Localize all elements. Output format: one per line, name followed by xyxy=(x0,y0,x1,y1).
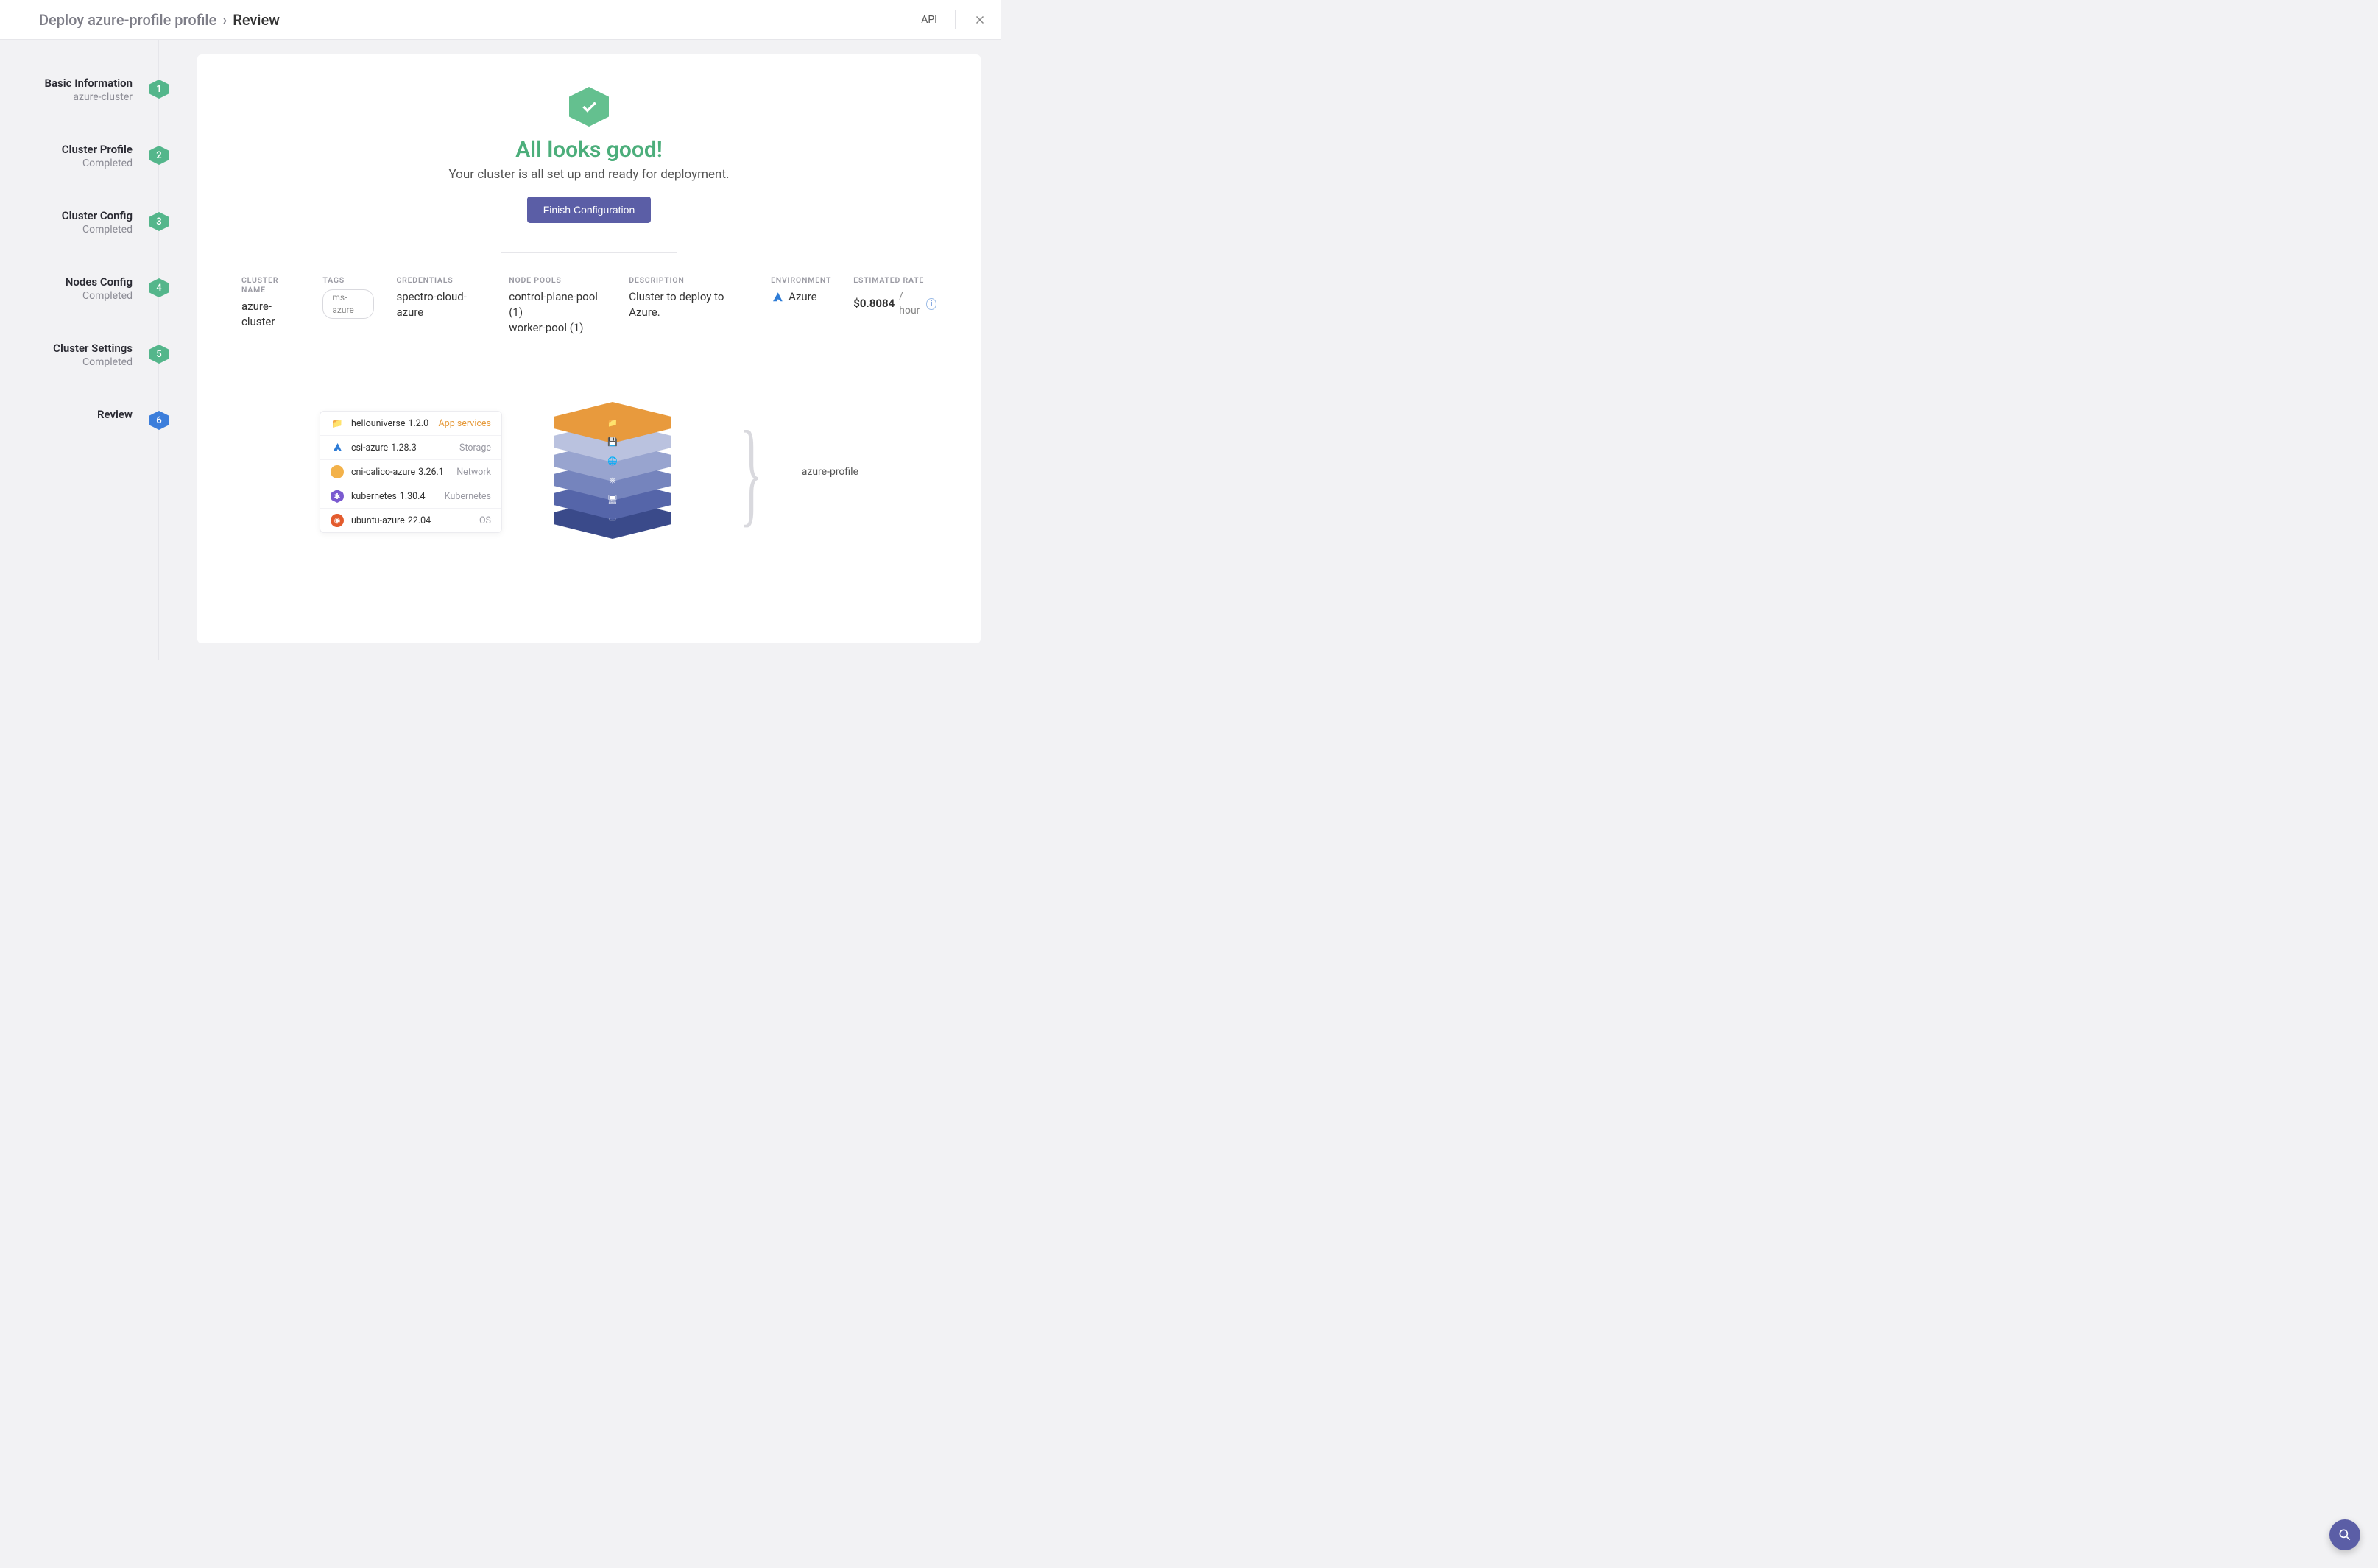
rate-unit: / hour xyxy=(899,289,922,318)
hero-subtext: Your cluster is all set up and ready for… xyxy=(241,167,936,182)
layer-row-storage[interactable]: csi-azure 1.28.3 Storage xyxy=(320,436,501,460)
azure-icon xyxy=(771,291,784,304)
summary-description: DESCRIPTION Cluster to deploy to Azure. xyxy=(629,275,749,336)
layer-row-os[interactable]: ◉ ubuntu-azure 22.04 OS xyxy=(320,509,501,532)
breadcrumb: Deploy azure-profile profile › Review xyxy=(39,11,280,29)
step-subtext: Completed xyxy=(7,290,133,302)
summary-value: azure-cluster xyxy=(241,299,300,330)
step-subtext: Completed xyxy=(7,356,133,368)
folder-icon: 📁 xyxy=(331,417,344,430)
summary-label: DESCRIPTION xyxy=(629,275,749,285)
summary-row: CLUSTER NAME azure-cluster TAGS ms-azure… xyxy=(241,275,936,336)
layer-row-app[interactable]: 📁 hellouniverse 1.2.0 App services xyxy=(320,412,501,436)
tag-pill: ms-azure xyxy=(322,289,374,319)
step-subtext: Completed xyxy=(7,158,133,169)
hero-block: All looks good! Your cluster is all set … xyxy=(241,87,936,223)
step-basic-information[interactable]: Basic Information azure-cluster 1 xyxy=(0,77,159,143)
summary-value: control-plane-pool (1) xyxy=(509,289,607,320)
search-help-icon xyxy=(2338,1528,2352,1542)
summary-label: NODE POOLS xyxy=(509,275,607,285)
summary-credentials: CREDENTIALS spectro-cloud-azure xyxy=(396,275,487,336)
info-icon[interactable]: i xyxy=(926,298,936,310)
help-fab-button[interactable] xyxy=(2329,1519,2360,1550)
step-subtext: Completed xyxy=(7,224,133,236)
api-link[interactable]: API xyxy=(921,14,937,26)
summary-label: ESTIMATED RATE xyxy=(853,275,936,285)
brace-icon: } xyxy=(740,425,763,519)
stack-illustration: 📁 💾 🌐 ⎈ 🖥 ▭ xyxy=(524,402,701,542)
step-cluster-settings[interactable]: Cluster Settings Completed 5 xyxy=(0,342,159,408)
svg-text:⎈: ⎈ xyxy=(610,476,616,485)
svg-text:📁: 📁 xyxy=(607,418,618,428)
summary-label: CREDENTIALS xyxy=(396,275,487,285)
summary-value: Cluster to deploy to Azure. xyxy=(629,289,749,320)
layers-list: 📁 hellouniverse 1.2.0 App services csi-a… xyxy=(320,411,502,533)
summary-label: ENVIRONMENT xyxy=(771,275,831,285)
ubuntu-icon: ◉ xyxy=(331,514,344,527)
close-icon xyxy=(973,13,987,27)
svg-text:💾: 💾 xyxy=(607,437,618,447)
summary-value: Azure xyxy=(788,289,816,305)
wizard-stepper: Basic Information azure-cluster 1 Cluste… xyxy=(0,40,159,660)
breadcrumb-root[interactable]: Deploy azure-profile profile xyxy=(39,11,216,29)
summary-label: TAGS xyxy=(322,275,374,285)
finish-configuration-button[interactable]: Finish Configuration xyxy=(527,197,652,223)
svg-text:🖥: 🖥 xyxy=(607,495,618,504)
section-divider xyxy=(501,252,677,253)
layer-row-network[interactable]: cni-calico-azure 3.26.1 Network xyxy=(320,460,501,484)
step-title: Cluster Config xyxy=(7,209,133,222)
header-divider xyxy=(955,10,956,29)
step-cluster-profile[interactable]: Cluster Profile Completed 2 xyxy=(0,143,159,209)
summary-estimated-rate: ESTIMATED RATE $0.8084 / hour i xyxy=(853,275,936,336)
summary-value: worker-pool (1) xyxy=(509,320,607,336)
calico-icon xyxy=(331,465,344,478)
profile-name-label: azure-profile xyxy=(802,466,858,478)
layer-type: Kubernetes xyxy=(445,491,491,502)
step-cluster-config[interactable]: Cluster Config Completed 3 xyxy=(0,209,159,275)
review-card: All looks good! Your cluster is all set … xyxy=(197,54,981,643)
layer-type: App services xyxy=(439,418,491,429)
layer-type: OS xyxy=(479,515,491,526)
hero-headline: All looks good! xyxy=(241,137,936,163)
step-title: Review xyxy=(7,408,133,421)
rate-amount: $0.8084 xyxy=(853,296,895,311)
summary-label: CLUSTER NAME xyxy=(241,275,300,294)
step-title: Nodes Config xyxy=(7,275,133,289)
layer-type: Storage xyxy=(459,442,491,453)
azure-icon xyxy=(331,441,344,454)
summary-cluster-name: CLUSTER NAME azure-cluster xyxy=(241,275,300,336)
breadcrumb-separator-icon: › xyxy=(222,11,227,29)
svg-text:▭: ▭ xyxy=(609,514,616,523)
close-button[interactable] xyxy=(973,13,987,27)
step-subtext: azure-cluster xyxy=(7,91,133,103)
breadcrumb-current: Review xyxy=(233,11,280,29)
svg-text:🌐: 🌐 xyxy=(607,456,618,466)
step-title: Basic Information xyxy=(7,77,133,90)
layer-type: Network xyxy=(456,467,491,478)
layer-row-kubernetes[interactable]: ✱ kubernetes 1.30.4 Kubernetes xyxy=(320,484,501,509)
step-review[interactable]: Review 6 xyxy=(0,408,159,461)
success-hex-icon xyxy=(569,87,609,127)
header-bar: Deploy azure-profile profile › Review AP… xyxy=(0,0,1001,40)
step-title: Cluster Settings xyxy=(7,342,133,355)
summary-environment: ENVIRONMENT Azure xyxy=(771,275,831,336)
summary-node-pools: NODE POOLS control-plane-pool (1) worker… xyxy=(509,275,607,336)
kubernetes-icon: ✱ xyxy=(331,490,344,503)
summary-value: spectro-cloud-azure xyxy=(396,289,487,320)
step-nodes-config[interactable]: Nodes Config Completed 4 xyxy=(0,275,159,342)
profile-diagram: 📁 hellouniverse 1.2.0 App services csi-a… xyxy=(241,402,936,542)
summary-tags: TAGS ms-azure xyxy=(322,275,374,336)
step-title: Cluster Profile xyxy=(7,143,133,156)
